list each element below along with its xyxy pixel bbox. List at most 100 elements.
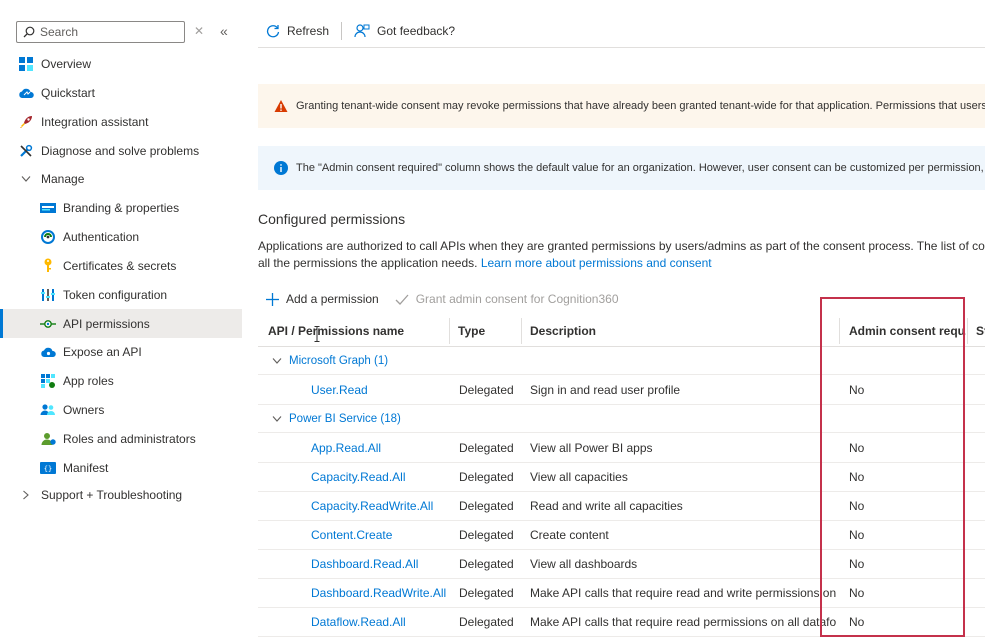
key-icon	[40, 258, 56, 274]
sidebar-item-label: Overview	[41, 56, 92, 71]
warning-icon	[274, 100, 288, 112]
grant-admin-consent-label: Grant admin consent for Cognition360	[415, 292, 619, 306]
table-row: Dashboard.ReadWrite.All Delegated Make A…	[258, 579, 985, 608]
owners-people-icon	[40, 402, 56, 418]
info-text: The "Admin consent required" column show…	[296, 162, 985, 174]
table-header: API / Permissions name Type Description …	[258, 314, 985, 347]
refresh-button[interactable]: Refresh	[258, 19, 337, 43]
permission-name-link[interactable]: App.Read.All	[311, 434, 381, 462]
sidebar-item-manifest[interactable]: {} Manifest	[0, 453, 242, 482]
add-permission-label: Add a permission	[286, 292, 379, 306]
sidebar-item-label: Token configuration	[63, 287, 168, 302]
sidebar-item-label: Certificates & secrets	[63, 258, 177, 273]
column-header-type[interactable]: Type	[458, 314, 518, 347]
permission-name-link[interactable]: Capacity.Read.All	[311, 463, 406, 491]
sidebar-item-label: Quickstart	[41, 85, 96, 100]
feedback-button[interactable]: Got feedback?	[346, 19, 463, 43]
permission-description: View all capacities	[530, 470, 628, 484]
sidebar-item-roles-admins[interactable]: Roles and administrators	[0, 424, 242, 453]
sidebar-item-label: Branding & properties	[63, 200, 180, 215]
section-title: Configured permissions	[258, 211, 406, 227]
sidebar-group-support[interactable]: Support + Troubleshooting	[0, 480, 242, 509]
text-cursor-icon	[314, 326, 320, 342]
permission-name-link[interactable]: User.Read	[311, 376, 368, 404]
chevron-down-icon	[18, 171, 34, 187]
column-resize-handle[interactable]	[967, 318, 968, 344]
column-resize-handle[interactable]	[521, 318, 522, 344]
permission-description: View all dashboards	[530, 557, 638, 571]
sidebar-item-overview[interactable]: Overview	[0, 49, 242, 78]
column-header-admin-consent[interactable]: Admin consent requ...	[849, 314, 966, 347]
table-row: Content.Create Delegated Create content …	[258, 521, 985, 550]
manifest-icon: {}	[40, 460, 56, 476]
admin-consent-value: No	[849, 615, 865, 629]
sidebar-item-integration-assistant[interactable]: Integration assistant	[0, 107, 242, 136]
sidebar-item-diagnose[interactable]: Diagnose and solve problems	[0, 136, 242, 165]
admin-consent-value: No	[849, 441, 865, 455]
chevron-right-icon	[18, 487, 34, 503]
table-row: Capacity.Read.All Delegated View all cap…	[258, 463, 985, 492]
collapse-sidebar-icon[interactable]: «	[220, 23, 228, 39]
group-row-power-bi-service[interactable]: Power BI Service (18)	[258, 405, 985, 433]
column-resize-handle[interactable]	[839, 318, 840, 344]
sidebar-item-authentication[interactable]: Authentication	[0, 222, 242, 251]
grant-admin-consent-button[interactable]: Grant admin consent for Cognition360	[395, 292, 619, 306]
sidebar-group-manage[interactable]: Manage	[0, 164, 242, 193]
api-permissions-icon	[40, 316, 56, 332]
sidebar-item-app-roles[interactable]: App roles	[0, 366, 242, 395]
column-resize-handle[interactable]	[449, 318, 450, 344]
authentication-icon	[40, 229, 56, 245]
command-bar: Refresh Got feedback?	[258, 14, 985, 48]
token-bars-icon	[40, 287, 56, 303]
description-line-2: all the permissions the application need…	[258, 255, 985, 272]
description-line-2-text: all the permissions the application need…	[258, 255, 478, 270]
toolbar-divider	[341, 21, 343, 40]
feedback-person-icon	[354, 23, 370, 37]
column-header-description[interactable]: Description	[530, 314, 830, 347]
add-permission-button[interactable]: Add a permission	[266, 292, 379, 306]
app-roles-grid-icon	[40, 373, 56, 389]
table-row: App.Read.All Delegated View all Power BI…	[258, 434, 985, 463]
cloud-api-icon	[40, 344, 56, 360]
clear-search-icon[interactable]: ✕	[194, 24, 204, 38]
plus-icon	[266, 292, 279, 306]
sidebar-item-label: API permissions	[63, 316, 150, 331]
section-description: Applications are authorized to call APIs…	[258, 238, 985, 271]
info-icon	[274, 161, 288, 175]
sidebar-item-branding[interactable]: Branding & properties	[0, 193, 242, 222]
sidebar-item-api-permissions[interactable]: API permissions	[0, 309, 242, 338]
admin-consent-value: No	[849, 470, 865, 484]
permission-name-link[interactable]: Dataflow.Read.All	[311, 608, 406, 636]
warning-text: Granting tenant-wide consent may revoke …	[296, 100, 985, 112]
sidebar-item-label: Support + Troubleshooting	[41, 487, 183, 502]
sidebar-item-quickstart[interactable]: Quickstart	[0, 78, 242, 107]
branding-icon	[40, 200, 56, 216]
column-header-status[interactable]: St	[976, 314, 985, 347]
sidebar-item-certificates[interactable]: Certificates & secrets	[0, 251, 242, 280]
overview-grid-icon	[18, 56, 34, 72]
permission-description: View all Power BI apps	[530, 441, 653, 455]
admin-consent-value: No	[849, 528, 865, 542]
permission-name-link[interactable]: Content.Create	[311, 521, 392, 549]
description-line-1: Applications are authorized to call APIs…	[258, 239, 985, 253]
sidebar-item-expose-api[interactable]: Expose an API	[0, 337, 242, 366]
sidebar-item-label: Expose an API	[63, 344, 142, 359]
search-box[interactable]	[16, 21, 185, 43]
table-row: Capacity.ReadWrite.All Delegated Read an…	[258, 492, 985, 521]
roles-admin-icon	[40, 431, 56, 447]
permission-name-link[interactable]: Capacity.ReadWrite.All	[311, 492, 433, 520]
permission-name-link[interactable]: Dashboard.Read.All	[311, 550, 418, 578]
learn-more-link[interactable]: Learn more about permissions and consent	[481, 256, 712, 270]
permission-type: Delegated	[459, 499, 514, 513]
permission-type: Delegated	[459, 470, 514, 484]
permission-type: Delegated	[459, 615, 514, 629]
table-row: Dataflow.Read.All Delegated Make API cal…	[258, 608, 985, 637]
sidebar-item-token-configuration[interactable]: Token configuration	[0, 280, 242, 309]
group-row-microsoft-graph[interactable]: Microsoft Graph (1)	[258, 347, 985, 375]
search-input[interactable]	[40, 25, 170, 39]
permission-name-link[interactable]: Dashboard.ReadWrite.All	[311, 579, 446, 607]
permissions-command-row: Add a permission Grant admin consent for…	[258, 289, 635, 309]
column-header-name[interactable]: API / Permissions name	[268, 314, 448, 347]
warning-banner: Granting tenant-wide consent may revoke …	[258, 84, 985, 128]
sidebar-item-owners[interactable]: Owners	[0, 395, 242, 424]
